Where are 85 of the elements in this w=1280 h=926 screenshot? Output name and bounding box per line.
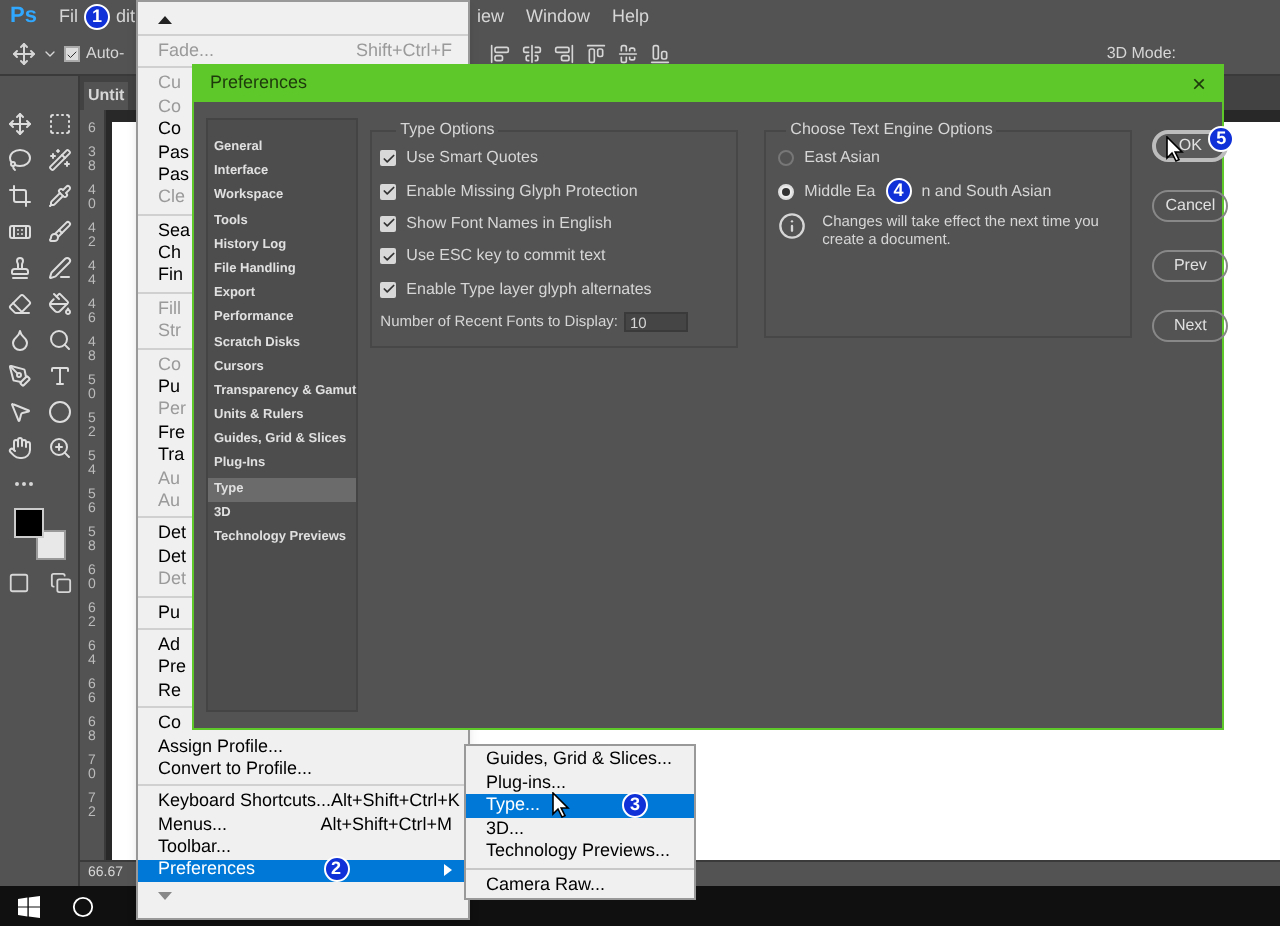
move-tool-icon[interactable] bbox=[7, 112, 31, 136]
bandage-icon[interactable] bbox=[7, 220, 31, 244]
magic-wand-icon[interactable] bbox=[47, 148, 71, 172]
menu-item[interactable]: Guides, Grid & Slices... bbox=[466, 748, 694, 771]
dialog-button[interactable]: Next bbox=[1152, 310, 1229, 342]
mode-label: 3D Mode: bbox=[1106, 42, 1176, 66]
move-tool-icon[interactable] bbox=[12, 42, 36, 66]
crop-tool-icon[interactable] bbox=[7, 184, 31, 208]
step-number-badge: 1 bbox=[83, 4, 110, 30]
group-title: Type Options bbox=[398, 118, 497, 142]
radio-button[interactable] bbox=[778, 150, 795, 167]
auto-select-checkbox[interactable] bbox=[64, 46, 80, 62]
pencil-brush-icon[interactable] bbox=[47, 256, 71, 280]
menu-item[interactable]: Preferences 2 bbox=[138, 859, 468, 882]
align-icon[interactable] bbox=[522, 44, 543, 64]
checkbox-label: Use ESC key to commit text bbox=[406, 244, 606, 269]
checkbox[interactable] bbox=[380, 183, 397, 200]
droplet-icon[interactable] bbox=[7, 328, 31, 352]
foreground-color-swatch[interactable] bbox=[13, 508, 43, 538]
menu-bar-item[interactable]: Fil bbox=[58, 3, 78, 31]
menu-item[interactable]: Technology Previews... bbox=[466, 840, 694, 863]
magnifier-icon[interactable] bbox=[47, 328, 71, 352]
menu-item[interactable]: Camera Raw... bbox=[466, 873, 694, 896]
menu-item[interactable]: Type... 3 bbox=[466, 794, 694, 817]
checkbox-label: Use Smart Quotes bbox=[406, 146, 538, 171]
auto-select-label: Auto- bbox=[86, 42, 125, 66]
mouse-pointer-icon bbox=[552, 792, 571, 819]
checkbox[interactable] bbox=[380, 281, 397, 298]
menu-bar-item[interactable]: iew bbox=[476, 3, 504, 31]
radio-label: East Asian bbox=[804, 146, 880, 171]
align-icon[interactable] bbox=[618, 44, 639, 64]
eraser-icon[interactable] bbox=[7, 292, 31, 316]
step-number-badge: 4 bbox=[885, 178, 912, 205]
quick-mask-icon[interactable] bbox=[7, 572, 29, 594]
align-icon[interactable] bbox=[650, 44, 671, 64]
checkbox[interactable] bbox=[380, 248, 397, 265]
step-number-badge: 2 bbox=[323, 856, 350, 883]
checkbox-label: Show Font Names in English bbox=[406, 211, 612, 236]
dialog-button[interactable]: Prev bbox=[1152, 250, 1229, 282]
dialog-button[interactable]: Cancel bbox=[1152, 190, 1229, 222]
stamp-icon[interactable] bbox=[7, 256, 31, 280]
document-tab[interactable]: Untit bbox=[84, 82, 129, 110]
background-color-swatch[interactable] bbox=[35, 530, 65, 560]
menu-item[interactable]: Menus... Alt+Shift+Ctrl+M bbox=[138, 813, 468, 837]
checkbox[interactable] bbox=[380, 150, 397, 167]
menu-item[interactable]: 3D... bbox=[466, 817, 694, 840]
radio-label: n and South Asian bbox=[921, 179, 1052, 204]
menu-bar-item[interactable]: Help bbox=[612, 3, 650, 31]
menu-item[interactable]: Plug-ins... bbox=[466, 771, 694, 794]
pointer-tool-icon[interactable] bbox=[7, 400, 31, 424]
hand-tool-icon[interactable] bbox=[7, 436, 31, 460]
checkbox-label: Enable Missing Glyph Protection bbox=[406, 179, 638, 204]
search-circle-icon[interactable] bbox=[72, 895, 94, 917]
paint-bucket-icon[interactable] bbox=[47, 292, 71, 316]
menu-item[interactable]: Toolbar... bbox=[138, 836, 468, 859]
align-icon[interactable] bbox=[554, 44, 575, 64]
scroll-up-arrow-icon[interactable] bbox=[158, 15, 172, 23]
windows-logo-icon[interactable] bbox=[18, 895, 40, 917]
marquee-tool-icon[interactable] bbox=[47, 112, 71, 136]
chevron-icon[interactable] bbox=[42, 46, 58, 62]
info-icon bbox=[778, 212, 807, 240]
screen-mode-icon[interactable] bbox=[49, 572, 71, 594]
menu-bar-item[interactable]: Window bbox=[526, 3, 591, 31]
ellipse-tool-icon[interactable] bbox=[47, 400, 71, 424]
align-icon[interactable] bbox=[586, 44, 607, 64]
zoom-tool-icon[interactable] bbox=[47, 436, 71, 460]
menu-bar-item[interactable]: dit bbox=[115, 3, 135, 31]
type-tool-icon[interactable] bbox=[47, 364, 71, 388]
radio-label: Middle Ea bbox=[804, 179, 876, 204]
align-icon[interactable] bbox=[490, 44, 511, 64]
brush-icon[interactable] bbox=[47, 220, 71, 244]
group-title: Choose Text Engine Options bbox=[788, 118, 995, 142]
menu-item[interactable]: Assign Profile... bbox=[138, 735, 468, 758]
dialog-title: Preferences bbox=[210, 70, 308, 97]
lasso-tool-icon[interactable] bbox=[7, 148, 31, 172]
scroll-down-arrow-icon[interactable] bbox=[158, 891, 172, 900]
checkbox-label: Enable Type layer glyph alternates bbox=[406, 277, 652, 302]
close-button[interactable]: × bbox=[1191, 72, 1206, 96]
pen-tool-icon[interactable] bbox=[7, 364, 31, 388]
checkbox[interactable] bbox=[380, 215, 397, 232]
menu-item[interactable]: Convert to Profile... bbox=[138, 757, 468, 781]
menu-item[interactable]: Keyboard Shortcuts...Alt+Shift+Ctrl+K bbox=[138, 790, 468, 814]
eyedropper-icon[interactable] bbox=[47, 184, 71, 208]
step-number-badge: 3 bbox=[622, 792, 649, 818]
app-logo: Ps bbox=[10, 2, 37, 33]
